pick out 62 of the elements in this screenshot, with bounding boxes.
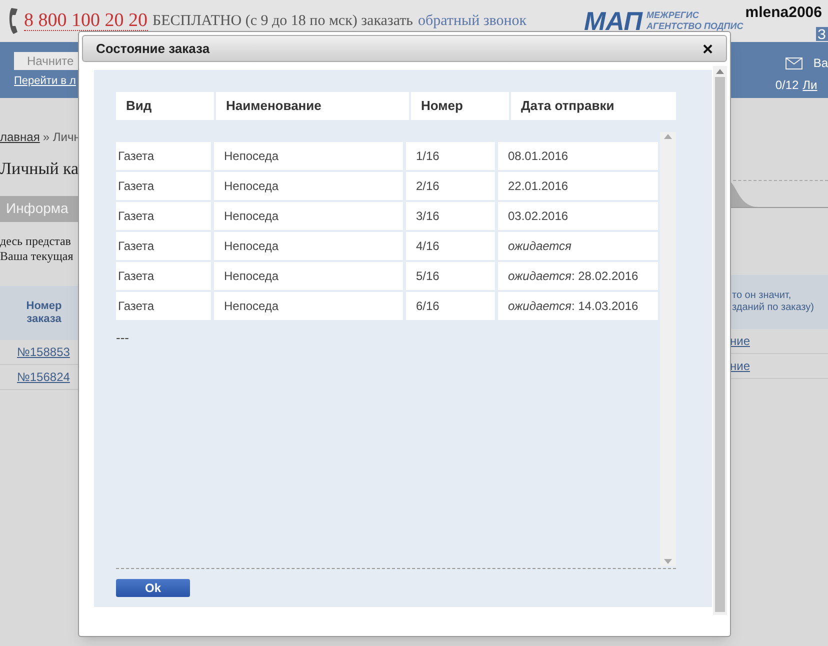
- column-header: Наименование: [216, 92, 409, 120]
- mail-label: Ва: [813, 55, 828, 72]
- table-cell: 08.01.2016: [498, 142, 658, 170]
- phone-icon: [8, 8, 18, 34]
- ok-button[interactable]: Ok: [116, 579, 190, 597]
- table-cell: Газета: [116, 172, 211, 200]
- column-header: Номер: [411, 92, 509, 120]
- corner-text: З: [816, 26, 828, 40]
- table-cell: Непоседа: [214, 262, 403, 290]
- table-cell: Газета: [116, 142, 211, 170]
- inner-scrollbar[interactable]: [660, 132, 676, 566]
- scroll-up-icon[interactable]: [664, 134, 672, 139]
- callback-link[interactable]: обратный звонок: [418, 10, 527, 32]
- column-header: Дата отправки: [511, 92, 676, 120]
- breadcrumb-link[interactable]: лавная: [0, 128, 40, 146]
- table-cell: Газета: [116, 292, 211, 320]
- table-cell: ожидается: 14.03.2016: [498, 292, 658, 320]
- close-button[interactable]: ×: [702, 40, 713, 58]
- intro-text: Ваша текущая: [0, 248, 74, 264]
- section-title: Информа: [6, 199, 68, 218]
- table-cell: 03.02.2016: [498, 202, 658, 230]
- table-cell: 2/16: [406, 172, 495, 200]
- table-cell: 1/16: [406, 142, 495, 170]
- note-text: ---: [116, 329, 130, 347]
- logo-text: МЕЖРЕГИС: [646, 10, 700, 21]
- logo-mark: МАП: [584, 8, 642, 34]
- table-cell: 6/16: [406, 292, 495, 320]
- table-cell: Газета: [116, 202, 211, 230]
- table-cell: Непоседа: [214, 292, 403, 320]
- table-cell: 5/16: [406, 262, 495, 290]
- table-cell: Непоседа: [214, 232, 403, 260]
- column-header: Вид: [116, 92, 214, 120]
- mail-count: 0/12: [775, 77, 799, 94]
- intro-text: десь представ: [0, 234, 72, 248]
- table-cell: ожидается: [498, 232, 658, 260]
- phone-note: БЕСПЛАТНО (с 9 до 18 по мск) заказать: [152, 12, 414, 31]
- mail-link[interactable]: Ли: [802, 76, 818, 94]
- table-cell: 4/16: [406, 232, 495, 260]
- logo-text: АГЕНТСТВО ПОДПИС: [646, 21, 744, 32]
- table-cell: Газета: [116, 262, 211, 290]
- order-link[interactable]: №158853: [17, 342, 70, 360]
- dialog-scrollbar[interactable]: [713, 66, 727, 615]
- table-cell: 3/16: [406, 202, 495, 230]
- column-header: Номер заказа: [25, 300, 63, 326]
- envelope-icon[interactable]: [785, 56, 804, 70]
- table-cell: Непоседа: [214, 202, 403, 230]
- table-cell: Непоседа: [214, 172, 403, 200]
- scroll-thumb[interactable]: [715, 77, 725, 612]
- table-cell: 22.01.2016: [498, 172, 658, 200]
- scroll-down-icon[interactable]: [664, 559, 672, 564]
- action-link[interactable]: ние: [730, 357, 750, 375]
- column-header: то он значит,: [732, 290, 792, 302]
- table-cell: Газета: [116, 232, 211, 260]
- order-link[interactable]: №156824: [17, 368, 70, 386]
- username: mlena2006: [745, 3, 822, 23]
- table-cell: Непоседа: [214, 142, 403, 170]
- page-title: Личный ка: [0, 158, 80, 180]
- column-header: зданий по заказу): [732, 302, 815, 314]
- table-cell: ожидается: 28.02.2016: [498, 262, 658, 290]
- scroll-up-icon[interactable]: [716, 69, 724, 74]
- dialog-title: Состояние заказа: [96, 40, 210, 58]
- action-link[interactable]: ние: [730, 332, 750, 350]
